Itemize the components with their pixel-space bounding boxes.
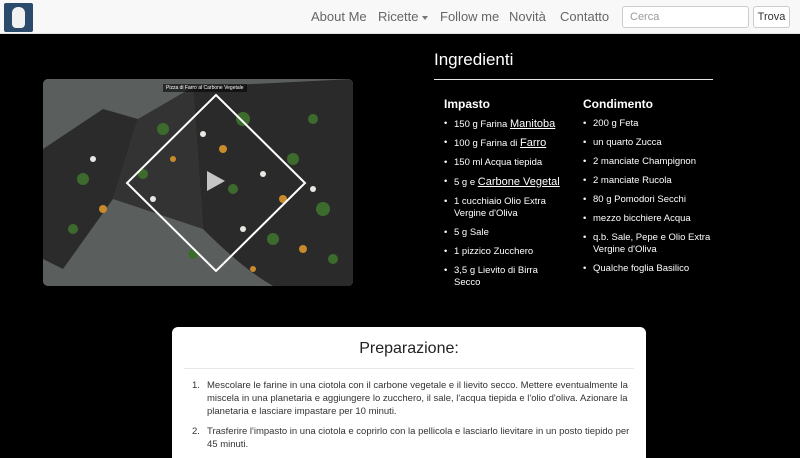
caret-down-icon	[422, 15, 429, 20]
nav-ricette-label: Ricette	[378, 9, 419, 24]
video-player[interactable]	[43, 79, 353, 286]
preparation-card: Preparazione: 1. Mescolare le farine in u…	[172, 327, 646, 458]
list-item: 80 g Pomodori Secchi	[583, 194, 713, 206]
ingredients-divider	[434, 79, 713, 80]
list-item: mezzo bicchiere Acqua	[583, 213, 713, 225]
nav-ricette[interactable]: Ricette	[378, 9, 429, 24]
list-item: 150 g Farina Manitoba	[444, 118, 566, 131]
nav-about-me[interactable]: About Me	[311, 9, 367, 24]
list-item: 150 ml Acqua tiepida	[444, 157, 566, 169]
list-item: Qualche foglia Basilico	[583, 263, 713, 275]
ingredient-link[interactable]: Farro	[520, 137, 546, 149]
list-item: 1 cucchiaio Olio Extra Vergine d'Oliva	[444, 196, 566, 220]
navbar: About Me Ricette Follow me Novità Contat…	[0, 0, 800, 34]
ingredient-link[interactable]: Carbone Vegetal	[478, 176, 560, 188]
list-item: 5 g Sale	[444, 227, 566, 239]
pizza-thumbnail	[43, 79, 353, 286]
condimento-title: Condimento	[583, 97, 653, 111]
list-item: 1 pizzico Zucchero	[444, 246, 566, 258]
preparation-title: Preparazione:	[359, 340, 459, 357]
impasto-title: Impasto	[444, 97, 491, 111]
list-item: 2. Trasferire l'impasto in una ciotola e …	[192, 426, 630, 450]
list-item: 100 g Farina di Farro	[444, 137, 566, 150]
ingredients-title: Ingredienti	[434, 50, 514, 69]
preparation-divider	[184, 368, 634, 369]
nav-novita[interactable]: Novità	[509, 9, 546, 24]
list-item: 2 manciate Champignon	[583, 156, 713, 168]
play-icon[interactable]	[205, 169, 227, 193]
list-item: 3,5 g Lievito di Birra Secco	[444, 265, 566, 289]
impasto-list: 150 g Farina Manitoba 100 g Farina di Fa…	[444, 118, 566, 289]
list-item: 1. Mescolare le farine in una ciotola con…	[192, 380, 628, 417]
search-input[interactable]	[622, 6, 749, 28]
list-item: 5 g e Carbone Vegetal	[444, 176, 566, 189]
video-title: Pizza di Farro al Carbone Vegetale	[163, 84, 247, 92]
search-button[interactable]: Trova	[753, 6, 790, 28]
list-item: q.b. Sale, Pepe e Olio Extra Vergine d'O…	[583, 232, 713, 256]
flask-logo-icon[interactable]	[4, 3, 33, 32]
list-item: un quarto Zucca	[583, 137, 713, 149]
nav-follow-me[interactable]: Follow me	[440, 9, 499, 24]
nav-contatto[interactable]: Contatto	[560, 9, 609, 24]
condimento-list: 200 g Feta un quarto Zucca 2 manciate Ch…	[583, 118, 713, 275]
preparation-steps: 1. Mescolare le farine in una ciotola con…	[189, 379, 637, 458]
list-item: 200 g Feta	[583, 118, 713, 130]
list-item: 2 manciate Rucola	[583, 175, 713, 187]
ingredient-link[interactable]: Manitoba	[510, 118, 555, 130]
